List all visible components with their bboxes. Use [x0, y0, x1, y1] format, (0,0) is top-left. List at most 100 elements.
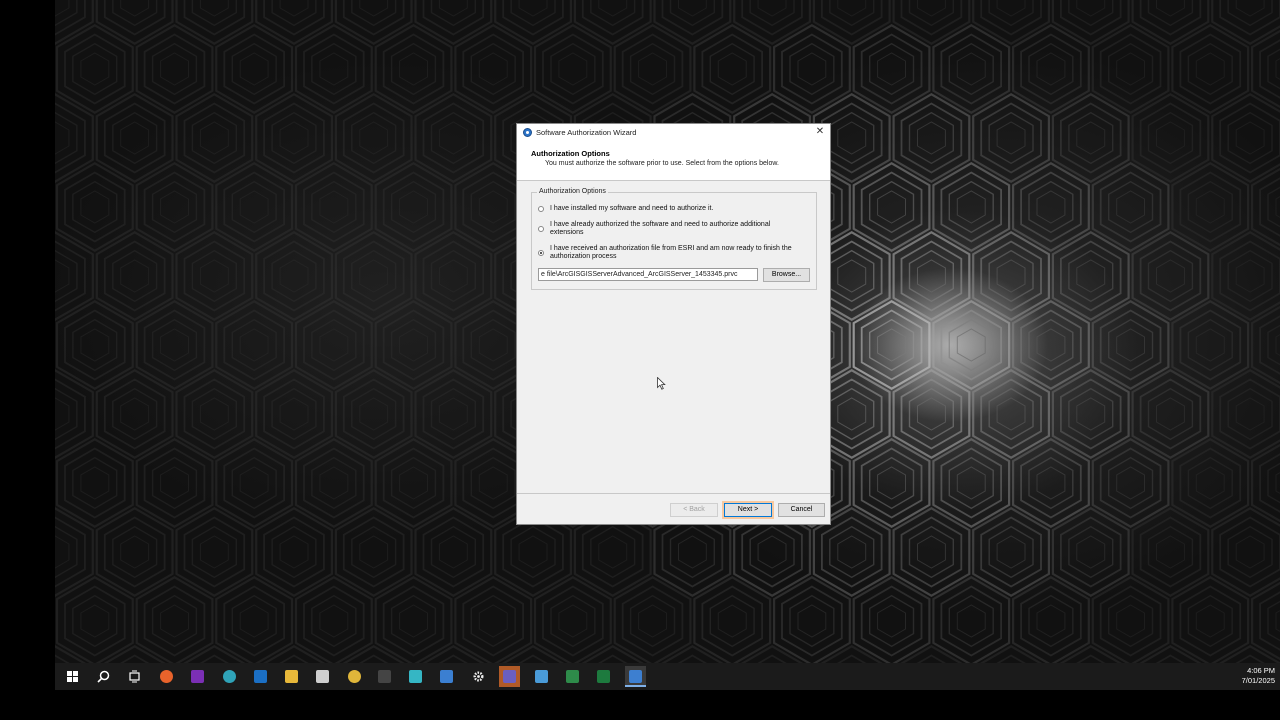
back-button[interactable]: < Back — [670, 503, 718, 517]
hexagon-ring — [693, 24, 772, 114]
hexagon-ring — [550, 42, 596, 96]
excel-chart-icon[interactable] — [562, 666, 583, 687]
hexagon-ring — [1275, 610, 1280, 632]
hexagon-ring — [852, 438, 931, 528]
hexagon-ring — [621, 585, 684, 657]
onenote-icon[interactable] — [187, 666, 208, 687]
radio-authorize[interactable] — [538, 206, 544, 212]
chrome-icon[interactable] — [344, 666, 365, 687]
hexagon-ring — [342, 378, 405, 450]
hexagon-ring — [303, 447, 365, 519]
hexagon-ring — [1131, 369, 1210, 459]
hexagon-ring — [613, 24, 692, 114]
authorization-file-path-field[interactable]: e file\ArcGISGISServerAdvanced_ArcGISSer… — [538, 268, 758, 281]
hexagon-ring — [175, 0, 254, 45]
arcgis-pro-icon[interactable] — [436, 666, 457, 687]
file-explorer-icon[interactable] — [281, 666, 302, 687]
hexagon-ring — [892, 0, 971, 45]
hexagon-ring — [1076, 259, 1106, 293]
authorization-wizard-icon[interactable] — [625, 666, 646, 687]
hexagon-ring — [112, 0, 158, 27]
hexagon-ring — [940, 171, 1002, 243]
hexagon-ring — [334, 507, 413, 597]
hexagon-ring — [103, 240, 166, 312]
hexagon-ring — [430, 0, 476, 27]
terminal-icon[interactable] — [374, 666, 395, 687]
hexagon-ring — [151, 318, 198, 372]
hexagon-ring — [470, 42, 516, 96]
next-button[interactable]: Next > — [724, 503, 772, 517]
hexagon-ring — [1267, 48, 1280, 90]
hexagon-ring — [1116, 328, 1145, 362]
hexagon-ring — [1108, 318, 1154, 372]
title-bar[interactable]: Software Authorization Wizard ✕ — [517, 124, 830, 142]
outlook-icon[interactable] — [250, 666, 271, 687]
browse-button[interactable]: Browse... — [763, 268, 810, 282]
teams-icon[interactable] — [499, 666, 520, 687]
hexagon-ring — [95, 93, 174, 183]
start-icon[interactable] — [62, 666, 83, 687]
hexagon-ring — [454, 576, 533, 663]
hexagon-ring — [438, 259, 468, 293]
hexagon-ring — [1020, 33, 1082, 105]
firefox-icon[interactable] — [156, 666, 177, 687]
hexagon-ring — [1091, 438, 1170, 528]
radio-finish-authorization[interactable] — [538, 250, 544, 256]
hexagon-ring — [518, 535, 548, 569]
hexagon-ring — [900, 516, 963, 588]
hexagon-ring — [1108, 456, 1154, 510]
hexagon-ring — [956, 466, 986, 500]
search-icon[interactable] — [93, 666, 114, 687]
hexagon-ring — [1267, 186, 1280, 228]
system-clock[interactable]: 4:06 PM 7/01/2025 — [1242, 666, 1275, 686]
hexagon-ring — [829, 111, 875, 165]
hexagon-ring — [175, 369, 254, 459]
hexagon-ring — [1091, 24, 1170, 114]
close-icon[interactable]: ✕ — [814, 126, 826, 137]
hexagon-ring — [64, 171, 126, 243]
cube-app-icon[interactable] — [405, 666, 426, 687]
hexagon-ring — [1068, 249, 1114, 303]
hexagon-ring — [462, 585, 524, 657]
excel-icon[interactable] — [593, 666, 614, 687]
hexagon-ring — [852, 300, 931, 390]
hexagon-ring — [72, 318, 118, 372]
hexagon-ring — [1060, 516, 1122, 588]
hexagon-ring — [430, 387, 476, 441]
hexagon-ring — [183, 102, 246, 174]
hexagon-ring — [533, 24, 612, 114]
hexagon-ring — [629, 594, 676, 648]
gear-icon[interactable] — [468, 666, 489, 687]
settings-tool-icon[interactable] — [312, 666, 333, 687]
hexagon-ring — [1187, 42, 1233, 96]
hexagon-ring — [374, 300, 453, 390]
hexagon-ring — [1012, 300, 1090, 390]
map-app-icon[interactable] — [531, 666, 552, 687]
hexagon-ring — [1275, 196, 1280, 218]
hexagon-ring — [151, 42, 198, 96]
hexagon-ring — [1116, 604, 1145, 638]
cancel-button[interactable]: Cancel — [778, 503, 825, 517]
hexagon-ring — [741, 516, 803, 588]
hexagon-ring — [294, 24, 373, 114]
edge-icon[interactable] — [219, 666, 240, 687]
hexagon-ring — [382, 585, 445, 657]
hexagon-ring — [908, 0, 954, 27]
hexagon-ring — [638, 52, 667, 86]
hexagon-ring — [470, 456, 516, 510]
radio-authorize-extensions[interactable] — [538, 226, 544, 232]
hexagon-ring — [351, 387, 397, 441]
hexagon-ring — [972, 0, 1050, 45]
hexagon-ring — [837, 535, 867, 569]
hexagon-ring — [215, 300, 294, 390]
hexagon-ring — [1211, 369, 1280, 459]
hexagon-ring — [374, 162, 453, 252]
hexagon-ring — [215, 162, 294, 252]
hexagon-ring — [80, 190, 110, 224]
hexagon-ring — [629, 42, 676, 96]
hexagon-ring — [334, 93, 413, 183]
hexagon-ring — [1060, 378, 1122, 450]
hexagon-ring — [1131, 0, 1210, 45]
hexagon-ring — [263, 516, 325, 588]
task-view-icon[interactable] — [124, 666, 145, 687]
